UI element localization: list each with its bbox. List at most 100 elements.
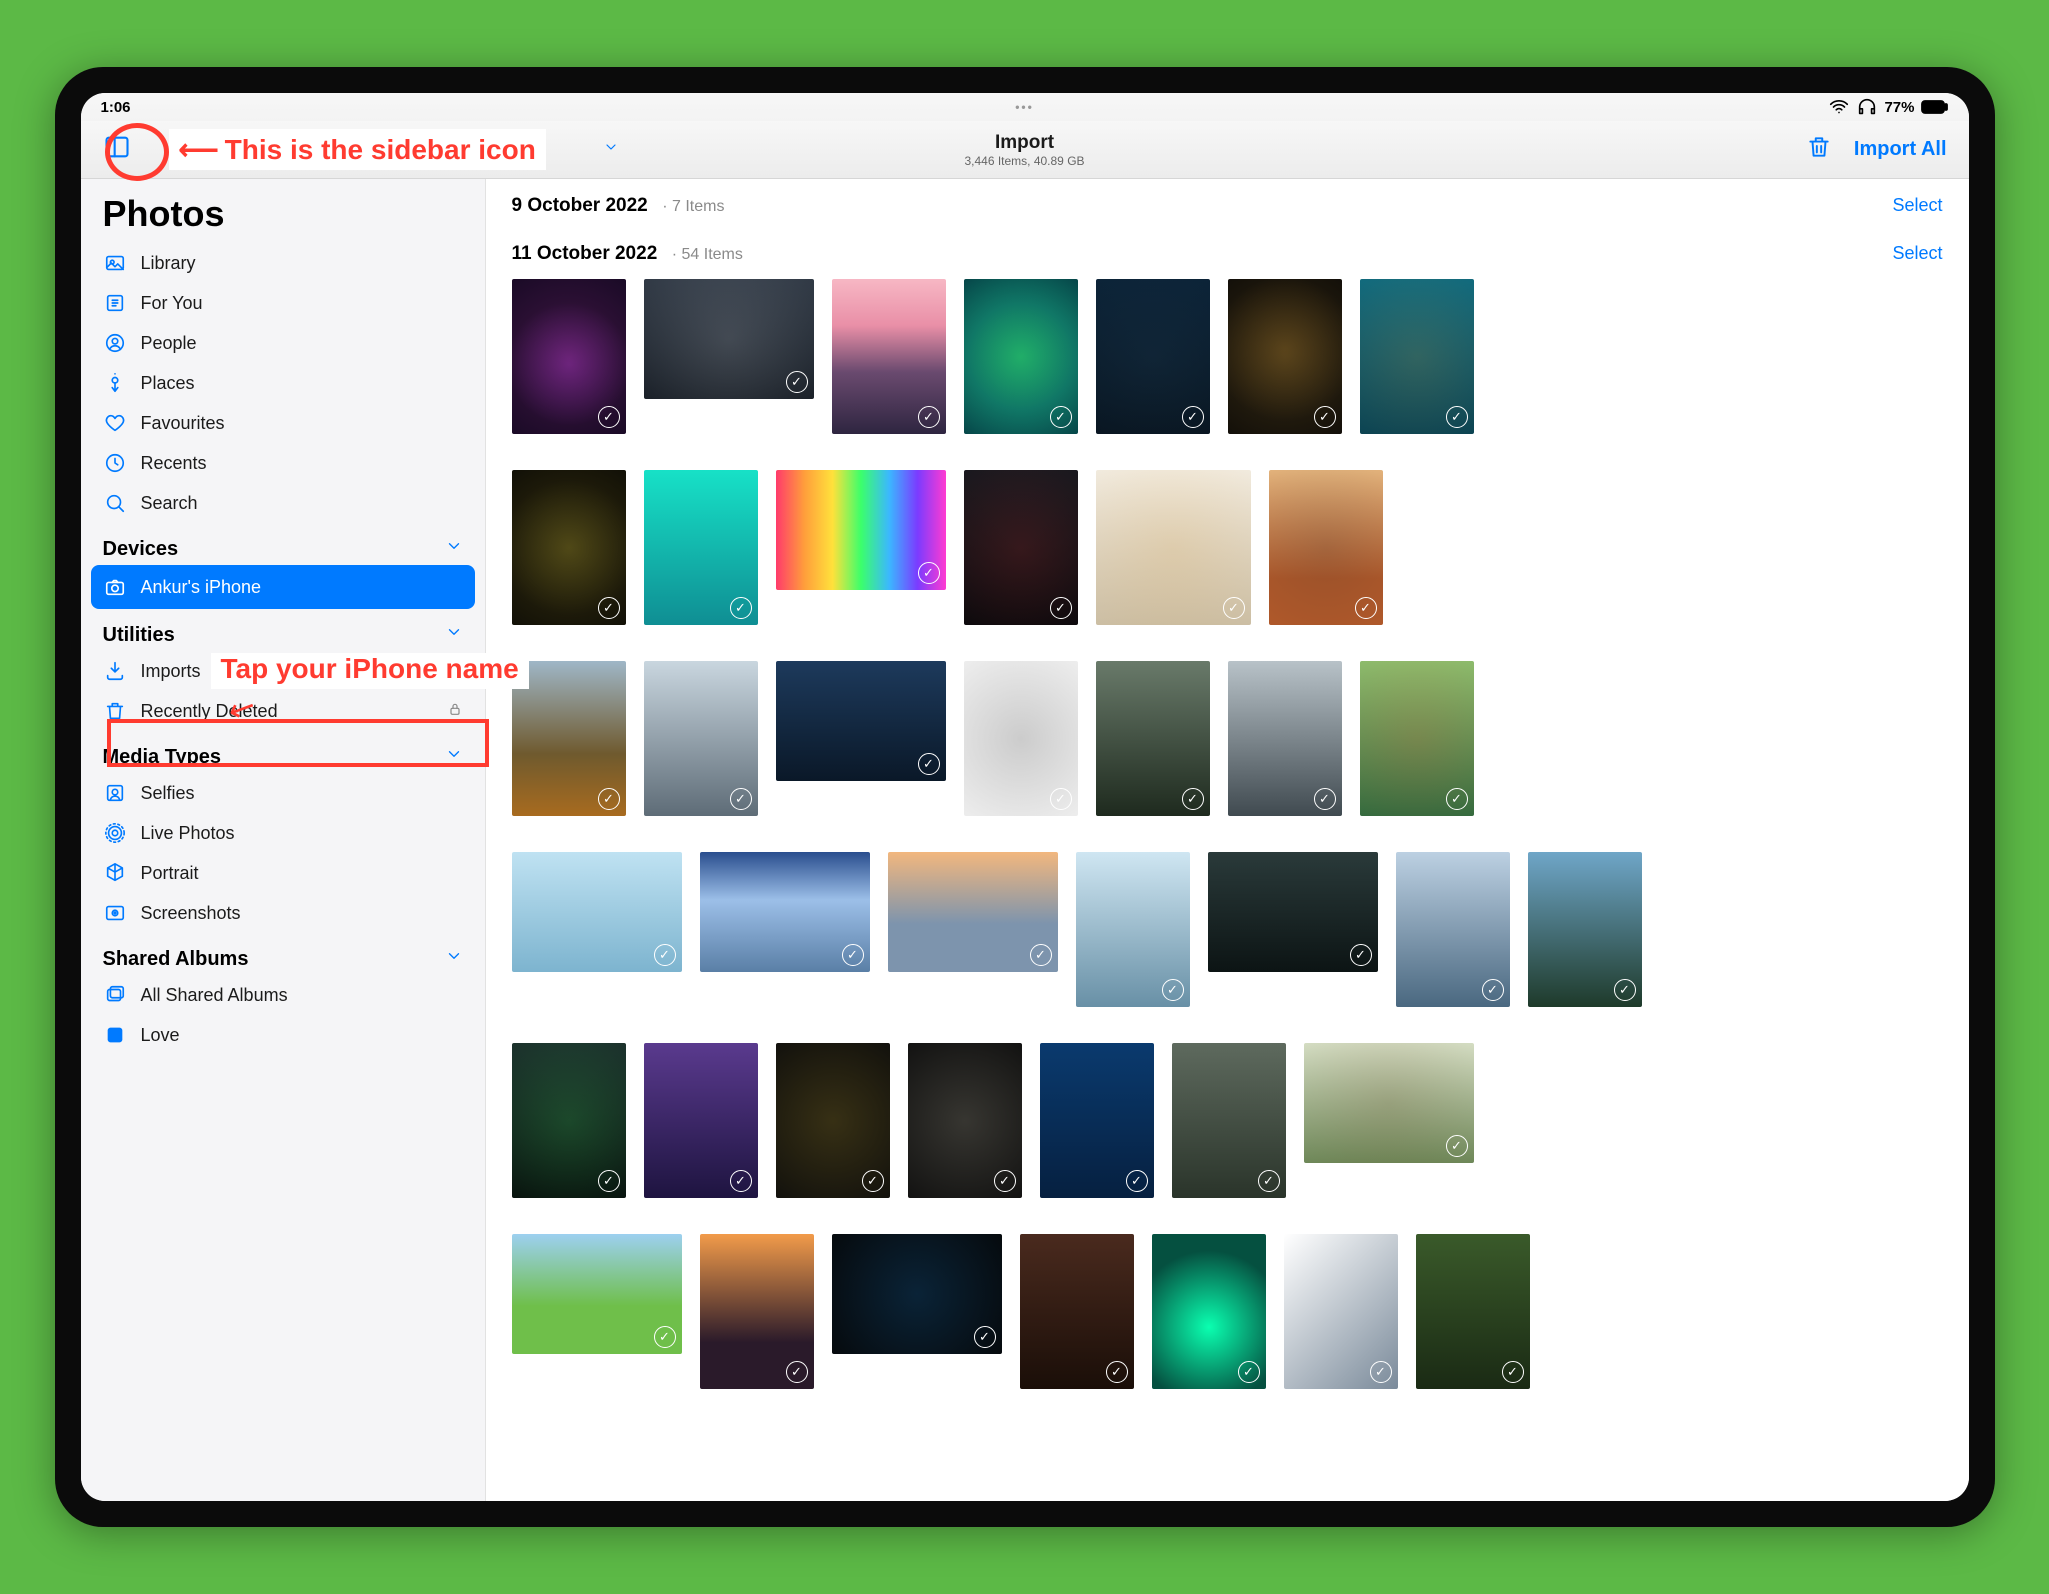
delete-button[interactable]: [1806, 134, 1832, 165]
annotation-sidebar-label: ⟵ This is the sidebar icon: [169, 129, 546, 170]
photo-thumbnail[interactable]: ✓: [908, 1043, 1022, 1198]
livephoto-icon: [103, 821, 127, 845]
photo-thumbnail[interactable]: ✓: [1360, 279, 1474, 434]
photo-thumbnail[interactable]: ✓: [964, 279, 1078, 434]
photo-thumbnail[interactable]: ✓: [1208, 852, 1378, 972]
wifi-icon: [1828, 96, 1850, 118]
import-from-dropdown[interactable]: [603, 138, 619, 161]
chevron-down-icon: [445, 537, 463, 561]
sidebar-item-places[interactable]: Places: [81, 363, 485, 403]
photo-thumbnail[interactable]: ✓: [1360, 661, 1474, 816]
photo-thumbnail[interactable]: ✓: [644, 279, 814, 399]
photo-thumbnail[interactable]: ✓: [1228, 279, 1342, 434]
selection-check-icon: ✓: [1238, 1361, 1260, 1383]
sidebar-shared-love[interactable]: Love: [81, 1015, 485, 1055]
selection-check-icon: ✓: [1446, 406, 1468, 428]
photo-thumbnail[interactable]: ✓: [1228, 661, 1342, 816]
shared-icon: [103, 983, 127, 1007]
photo-thumbnail[interactable]: ✓: [964, 661, 1078, 816]
import-all-button[interactable]: Import All: [1854, 138, 1947, 161]
camera-icon: [103, 575, 127, 599]
sidebar-mediatype-selfies[interactable]: Selfies: [81, 773, 485, 813]
sidebar-item-favourites[interactable]: Favourites: [81, 403, 485, 443]
sidebar-utility-recently-deleted[interactable]: Recently Deleted: [81, 691, 485, 731]
selection-check-icon: ✓: [1614, 979, 1636, 1001]
photo-thumbnail[interactable]: ✓: [776, 1043, 890, 1198]
chevron-down-icon: [445, 947, 463, 971]
photo-thumbnail[interactable]: ✓: [1284, 1234, 1398, 1389]
navbar-subtitle: 3,446 Items, 40.89 GB: [964, 154, 1084, 168]
sidebar-item-label: Screenshots: [141, 903, 241, 924]
trash-icon: [103, 699, 127, 723]
photo-thumbnail[interactable]: ✓: [512, 1043, 626, 1198]
photo-thumbnail[interactable]: ✓: [512, 1234, 682, 1354]
photo-thumbnail[interactable]: ✓: [512, 470, 626, 625]
photo-thumbnail[interactable]: ✓: [888, 852, 1058, 972]
sidebar-device-item[interactable]: Ankur's iPhone: [91, 565, 475, 609]
group-select-button[interactable]: Select: [1892, 243, 1942, 264]
sidebar-item-label: Recents: [141, 453, 207, 474]
photo-thumbnail[interactable]: ✓: [776, 661, 946, 781]
photo-thumbnail[interactable]: ✓: [1152, 1234, 1266, 1389]
sidebar-mediatype-live-photos[interactable]: Live Photos: [81, 813, 485, 853]
photo-thumbnail[interactable]: ✓: [1096, 470, 1251, 625]
photo-thumbnail[interactable]: ✓: [512, 279, 626, 434]
sidebar-section-devices[interactable]: Devices: [81, 523, 485, 565]
arrow-left-icon: ⟵: [179, 133, 219, 166]
photo-thumbnail[interactable]: ✓: [1396, 852, 1510, 1007]
sidebar-mediatype-screenshots[interactable]: Screenshots: [81, 893, 485, 933]
photo-thumbnail[interactable]: ✓: [1096, 279, 1210, 434]
import-icon: [103, 659, 127, 683]
selection-check-icon: ✓: [1482, 979, 1504, 1001]
photo-thumbnail[interactable]: ✓: [700, 852, 870, 972]
photo-thumbnail[interactable]: ✓: [512, 852, 682, 972]
photo-grid-pane[interactable]: 9 October 2022 · 7 Items Select 11 Octob…: [486, 179, 1969, 1501]
photo-thumbnail[interactable]: ✓: [700, 1234, 814, 1389]
photo-thumbnail[interactable]: ✓: [1528, 852, 1642, 1007]
chevron-down-icon: [603, 139, 619, 155]
photo-thumbnail[interactable]: ✓: [1020, 1234, 1134, 1389]
status-time: 1:06: [101, 99, 131, 116]
photo-thumbnail[interactable]: ✓: [1076, 852, 1190, 1007]
photo-thumbnail[interactable]: ✓: [644, 1043, 758, 1198]
photo-thumbnail[interactable]: ✓: [1269, 470, 1383, 625]
places-icon: [103, 371, 127, 395]
multitask-dots-icon[interactable]: •••: [1015, 100, 1034, 114]
photo-thumbnail[interactable]: ✓: [1040, 1043, 1154, 1198]
sidebar-section-mediatypes[interactable]: Media Types: [81, 731, 485, 773]
sidebar-item-recents[interactable]: Recents: [81, 443, 485, 483]
sidebar[interactable]: Photos Library For You People Places Fav…: [81, 179, 486, 1501]
selection-check-icon: ✓: [1182, 788, 1204, 810]
photo-thumbnail[interactable]: ✓: [832, 279, 946, 434]
sidebar-item-search[interactable]: Search: [81, 483, 485, 523]
sidebar-item-library[interactable]: Library: [81, 243, 485, 283]
selection-check-icon: ✓: [1182, 406, 1204, 428]
selection-check-icon: ✓: [1126, 1170, 1148, 1192]
photo-thumbnail[interactable]: ✓: [644, 470, 758, 625]
battery-pct: 77%: [1884, 99, 1914, 116]
status-right: 77%: [1828, 96, 1948, 118]
photo-thumbnail[interactable]: ✓: [1172, 1043, 1286, 1198]
cube-icon: [103, 861, 127, 885]
photo-thumbnail[interactable]: ✓: [644, 661, 758, 816]
photo-thumbnail[interactable]: ✓: [964, 470, 1078, 625]
sidebar-mediatype-portrait[interactable]: Portrait: [81, 853, 485, 893]
photo-thumbnail[interactable]: ✓: [832, 1234, 1002, 1354]
sidebar-shared-all-shared-albums[interactable]: All Shared Albums: [81, 975, 485, 1015]
screenshot-icon: [103, 901, 127, 925]
ipad-frame: 1:06 ••• 77% Import 3,446 Items, 40.89 G…: [55, 67, 1995, 1527]
sidebar-item-for-you[interactable]: For You: [81, 283, 485, 323]
photo-thumbnail[interactable]: ✓: [1304, 1043, 1474, 1163]
photo-thumbnail[interactable]: ✓: [776, 470, 946, 590]
sidebar-item-people[interactable]: People: [81, 323, 485, 363]
heart-icon: [103, 411, 127, 435]
photo-thumbnail[interactable]: ✓: [1416, 1234, 1530, 1389]
sidebar-toggle-button[interactable]: [103, 133, 131, 166]
group-select-button[interactable]: Select: [1892, 195, 1942, 216]
selfie-icon: [103, 781, 127, 805]
sidebar-section-utilities[interactable]: Utilities: [81, 609, 485, 651]
people-icon: [103, 331, 127, 355]
photo-thumbnail[interactable]: ✓: [1096, 661, 1210, 816]
sidebar-section-shared[interactable]: Shared Albums: [81, 933, 485, 975]
foryou-icon: [103, 291, 127, 315]
